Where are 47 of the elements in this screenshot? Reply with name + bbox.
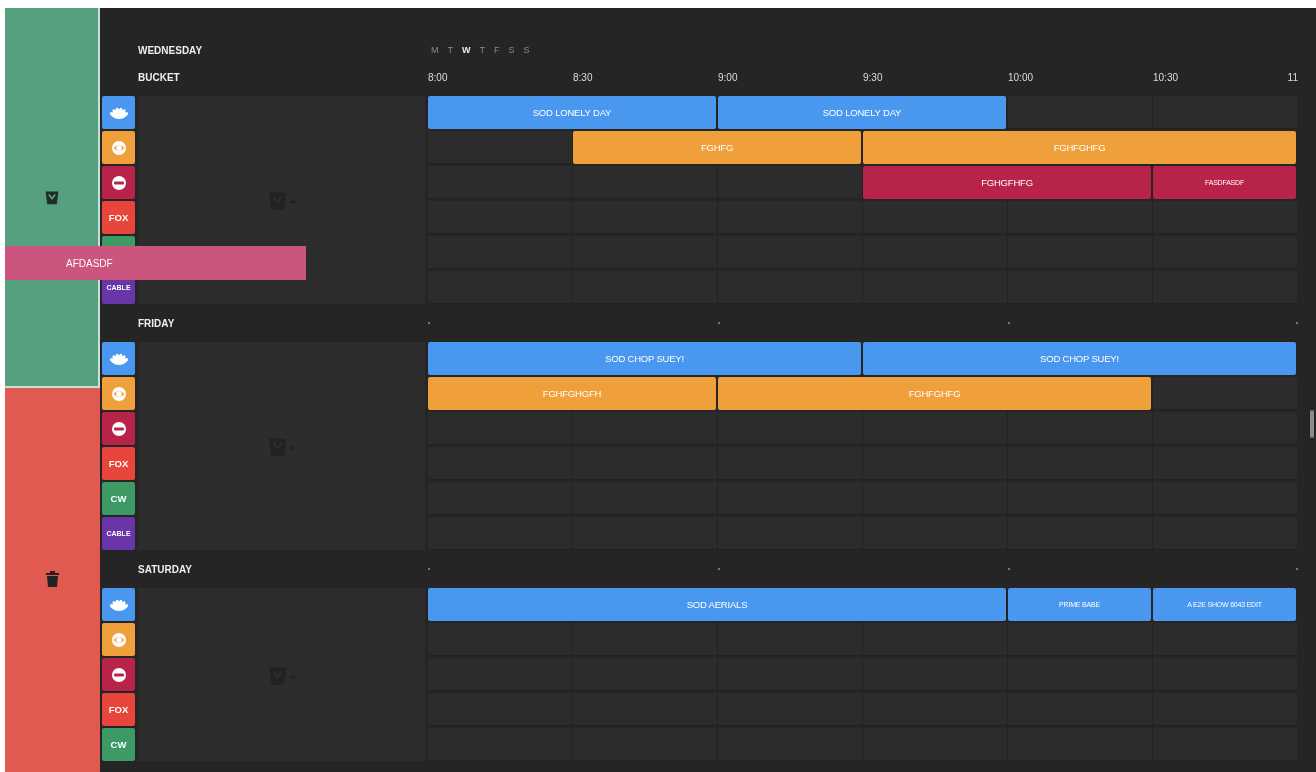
time-label: 9:00 bbox=[718, 71, 738, 83]
time-label: 10:30 bbox=[1153, 71, 1179, 83]
bucket-area[interactable] bbox=[138, 96, 425, 304]
scrollbar-thumb[interactable] bbox=[1310, 410, 1314, 438]
program-block[interactable]: FGHFG bbox=[573, 131, 861, 164]
channel-logo: FOX bbox=[102, 693, 135, 726]
time-label: 8:00 bbox=[428, 71, 448, 83]
weekday-tab[interactable]: W bbox=[462, 45, 471, 55]
weekday-tab[interactable]: M bbox=[431, 45, 439, 55]
bucket-icon bbox=[43, 189, 60, 205]
channel-logo: FOX bbox=[102, 447, 135, 480]
trash-icon bbox=[46, 571, 59, 587]
channel-logo: FOX bbox=[102, 201, 135, 234]
peacock-icon bbox=[109, 352, 128, 365]
eye-icon bbox=[111, 140, 126, 155]
channel-logo: CW bbox=[102, 728, 135, 761]
channel-logo: CW bbox=[102, 482, 135, 515]
peacock-icon bbox=[109, 106, 128, 119]
program-block[interactable]: FGHFGHFG bbox=[863, 131, 1296, 164]
program-block[interactable]: SOD CHOP SUEY! bbox=[428, 342, 861, 375]
weekday-tab[interactable]: S bbox=[523, 45, 530, 55]
eye-icon bbox=[111, 386, 126, 401]
bucket-heading: BUCKET bbox=[138, 71, 181, 83]
dragged-program[interactable]: AFDASDF bbox=[5, 246, 306, 280]
weekday-tab[interactable]: S bbox=[508, 45, 515, 55]
program-block[interactable]: FGHFGHFG bbox=[718, 377, 1151, 410]
time-label: 8:30 bbox=[573, 71, 593, 83]
program-block[interactable]: SOD LONELY DAY bbox=[718, 96, 1006, 129]
circle-logo-icon bbox=[111, 667, 126, 682]
eye-icon bbox=[111, 632, 126, 647]
peacock-icon bbox=[109, 598, 128, 611]
program-block[interactable]: SOD CHOP SUEY! bbox=[863, 342, 1296, 375]
program-block[interactable]: FGHFGHGFH bbox=[428, 377, 716, 410]
program-block[interactable]: SOD AERIALS bbox=[428, 588, 1006, 621]
program-block[interactable]: FGHGFHFG bbox=[863, 166, 1151, 199]
circle-logo-icon bbox=[111, 421, 126, 436]
day-title: WEDNESDAY bbox=[138, 44, 204, 56]
time-label: 11 bbox=[1287, 71, 1298, 83]
circle-logo-icon bbox=[111, 175, 126, 190]
weekday-tab[interactable]: T bbox=[447, 45, 453, 55]
day-title: SATURDAY bbox=[138, 563, 193, 575]
time-label: 10:00 bbox=[1008, 71, 1034, 83]
program-block[interactable]: SOD LONELY DAY bbox=[428, 96, 716, 129]
time-label: 9:30 bbox=[863, 71, 883, 83]
weekday-tab[interactable]: F bbox=[494, 45, 500, 55]
day-title: FRIDAY bbox=[138, 317, 176, 329]
weekday-tab[interactable]: T bbox=[479, 45, 485, 55]
